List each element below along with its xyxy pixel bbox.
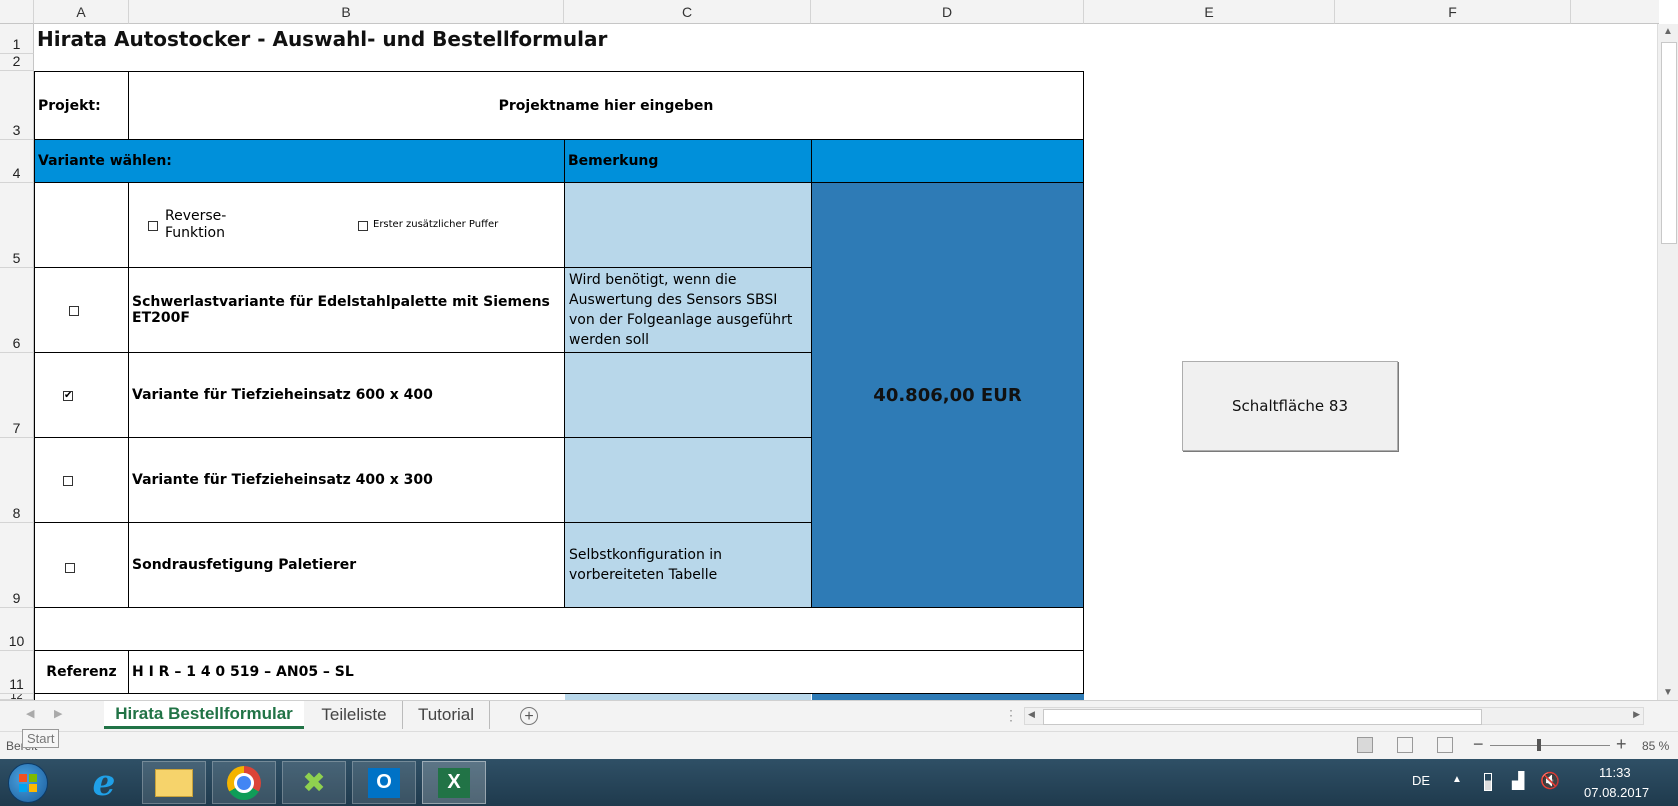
- variant-3-checkbox-cell[interactable]: [34, 437, 129, 523]
- horizontal-scroll-thumb[interactable]: [1043, 709, 1482, 725]
- variant-2-checkbox-cell[interactable]: ✔: [34, 352, 129, 438]
- scroll-left-arrow-icon[interactable]: ◀: [1028, 709, 1035, 720]
- horizontal-scrollbar[interactable]: ◀ ▶: [1024, 707, 1644, 725]
- variant-1-checkbox[interactable]: [69, 306, 79, 316]
- row-header-11[interactable]: 11: [0, 651, 34, 694]
- status-bar: Bereit Start − + 85 %: [0, 729, 1678, 760]
- variant-4-checkbox-cell[interactable]: [34, 522, 129, 608]
- variant-2-checkbox[interactable]: ✔: [63, 391, 73, 401]
- page-break-view-icon[interactable]: [1437, 737, 1453, 753]
- zoom-slider-thumb[interactable]: [1537, 739, 1541, 751]
- variant-3-label[interactable]: Variante für Tiefzieheinsatz 400 x 300: [128, 437, 565, 523]
- variant-2-label[interactable]: Variante für Tiefzieheinsatz 600 x 400: [128, 352, 565, 438]
- scroll-down-arrow-icon[interactable]: ▼: [1663, 687, 1673, 698]
- windows-taskbar: e ✖ O X DE ▲ ▟ 🔇 11:33 07.08.2017: [0, 759, 1678, 806]
- variant-4-checkbox[interactable]: [65, 563, 75, 573]
- schaltflaeche-83-button[interactable]: Schaltfläche 83: [1182, 361, 1398, 451]
- column-header-c[interactable]: C: [564, 0, 811, 24]
- row-header-10[interactable]: 10: [0, 608, 34, 651]
- tab-scroll-left-icon[interactable]: ◀: [26, 707, 34, 720]
- reverse-function-label: Reverse- Funktion: [165, 208, 227, 241]
- variant-4-remark[interactable]: Selbstkonfiguration in vorbereiteten Tab…: [564, 522, 812, 608]
- row-header-5[interactable]: 5: [0, 183, 34, 268]
- additional-buffer-label: Erster zusätzlicher Puffer: [373, 219, 499, 230]
- vertical-scroll-thumb[interactable]: [1661, 42, 1677, 244]
- language-indicator[interactable]: DE: [1412, 773, 1430, 788]
- variant-1-remark[interactable]: Wird benötigt, wenn die Auswertung des S…: [564, 267, 812, 353]
- tab-teileliste-label: Teileliste: [321, 705, 387, 724]
- variant-header-cell[interactable]: Variante wählen:: [34, 139, 565, 183]
- excel-icon[interactable]: X: [422, 761, 486, 804]
- page-layout-view-icon[interactable]: [1397, 737, 1413, 753]
- variant-4-label[interactable]: Sondrausfetigung Paletierer: [128, 522, 565, 608]
- tab-hirata-bestellformular-label: Hirata Bestellformular: [115, 703, 293, 723]
- column-header-f[interactable]: F: [1335, 0, 1571, 24]
- windows-start-icon[interactable]: [8, 763, 48, 803]
- clock-date[interactable]: 07.08.2017: [1584, 785, 1649, 800]
- total-price-cell[interactable]: 40.806,00 EUR: [811, 182, 1084, 608]
- row-header-3[interactable]: 3: [0, 71, 34, 140]
- scroll-right-arrow-icon[interactable]: ▶: [1633, 709, 1640, 720]
- battery-icon[interactable]: [1484, 773, 1492, 791]
- zoom-out-icon[interactable]: −: [1473, 734, 1484, 755]
- row-header-6[interactable]: 6: [0, 268, 34, 353]
- options-cell[interactable]: Reverse- Funktion Erster zusätzlicher Pu…: [128, 182, 565, 268]
- tab-scroll-right-icon[interactable]: ▶: [54, 707, 62, 720]
- reference-value-cell[interactable]: H I R – 1 4 0 519 – AN05 – SL: [128, 650, 1084, 694]
- file-explorer-icon[interactable]: [142, 761, 206, 804]
- variant-1-label[interactable]: Schwerlastvariante für Edelstahlpalette …: [128, 267, 565, 353]
- start-tooltip: Start: [22, 729, 60, 748]
- column-header-filler: [1571, 0, 1659, 24]
- project-label-cell[interactable]: Projekt:: [34, 71, 129, 140]
- tab-tutorial[interactable]: Tutorial: [403, 701, 490, 729]
- media-center-icon[interactable]: ✖: [282, 761, 346, 804]
- reverse-function-checkbox[interactable]: [148, 221, 158, 231]
- column-header-b[interactable]: B: [129, 0, 564, 24]
- internet-explorer-icon[interactable]: e: [72, 761, 136, 804]
- clock-time[interactable]: 11:33: [1599, 765, 1631, 780]
- normal-view-icon[interactable]: [1357, 737, 1373, 753]
- additional-buffer-checkbox[interactable]: [358, 221, 368, 231]
- show-hidden-icons-icon[interactable]: ▲: [1452, 774, 1462, 785]
- zoom-in-icon[interactable]: +: [1616, 734, 1627, 755]
- chrome-icon[interactable]: [212, 761, 276, 804]
- scroll-up-arrow-icon[interactable]: ▲: [1663, 26, 1673, 37]
- row-header-8[interactable]: 8: [0, 438, 34, 523]
- column-header-a[interactable]: A: [34, 0, 129, 24]
- outlook-icon[interactable]: O: [352, 761, 416, 804]
- volume-muted-icon[interactable]: 🔇: [1540, 771, 1560, 791]
- row-header-9[interactable]: 9: [0, 523, 34, 608]
- start-tooltip-text: Start: [27, 731, 55, 746]
- zoom-slider[interactable]: [1490, 739, 1610, 751]
- sheet-title[interactable]: Hirata Autostocker - Auswahl- und Bestel…: [37, 27, 607, 51]
- tab-hirata-bestellformular[interactable]: Hirata Bestellformular: [104, 701, 304, 729]
- sheet-tab-bar: ◀ ▶ Hirata Bestellformular Teileliste Tu…: [0, 700, 1678, 731]
- row-header-4[interactable]: 4: [0, 140, 34, 183]
- project-name-cell[interactable]: Projektname hier eingeben: [128, 71, 1084, 140]
- variant-3-remark[interactable]: [564, 437, 812, 523]
- tab-teileliste[interactable]: Teileliste: [306, 701, 403, 729]
- price-header-cell[interactable]: [811, 139, 1084, 183]
- variant-2-remark[interactable]: [564, 352, 812, 438]
- zoom-level[interactable]: 85 %: [1642, 739, 1669, 753]
- row5-a-cell[interactable]: [34, 182, 129, 268]
- row10-cell[interactable]: [34, 607, 1084, 651]
- row5-remark-cell[interactable]: [564, 182, 812, 268]
- reference-label-cell[interactable]: Referenz: [34, 650, 129, 694]
- row-header-2[interactable]: 2: [0, 53, 34, 71]
- variant-3-checkbox[interactable]: [63, 476, 73, 486]
- select-all-corner[interactable]: [0, 0, 34, 24]
- remark-header-cell[interactable]: Bemerkung: [564, 139, 812, 183]
- network-icon[interactable]: ▟: [1512, 771, 1524, 791]
- row-header-7[interactable]: 7: [0, 353, 34, 438]
- vertical-scrollbar[interactable]: ▲ ▼: [1657, 24, 1678, 700]
- add-sheet-icon[interactable]: +: [520, 707, 538, 725]
- variant-1-checkbox-cell[interactable]: [34, 267, 129, 353]
- column-header-e[interactable]: E: [1084, 0, 1335, 24]
- tab-split-handle-icon[interactable]: ⋮: [1004, 707, 1018, 724]
- row-header-1[interactable]: 1: [0, 24, 34, 54]
- column-header-d[interactable]: D: [811, 0, 1084, 24]
- tab-tutorial-label: Tutorial: [417, 705, 475, 724]
